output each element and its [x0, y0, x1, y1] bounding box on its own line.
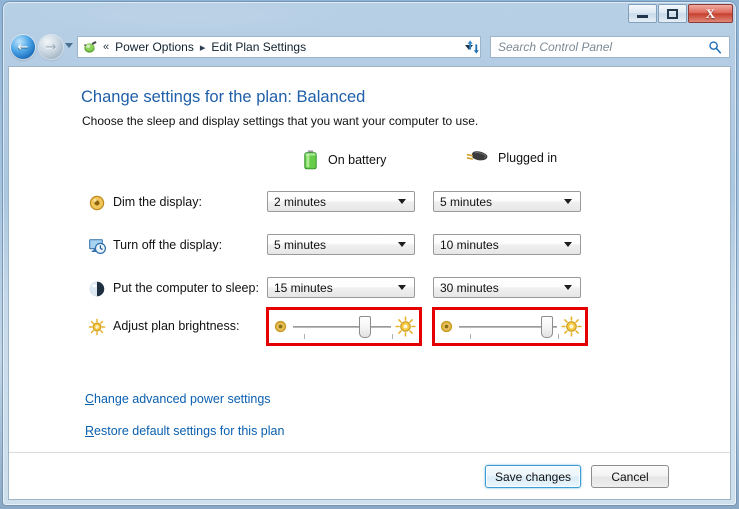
address-bar[interactable]: « Power Options ▸ Edit Plan Settings [77, 36, 481, 58]
chevron-down-icon [564, 199, 572, 204]
chevron-down-icon [398, 285, 406, 290]
power-options-icon [82, 39, 98, 55]
maximize-icon [667, 8, 678, 19]
maximize-button[interactable] [658, 4, 687, 23]
column-header-label: Plugged in [498, 150, 558, 165]
link-change-advanced-power-settings[interactable]: Change advanced power settings [85, 392, 271, 406]
back-arrow-icon: ← [17, 39, 29, 55]
setting-row-turn-off-display: Turn off the display: 5 minutes 10 minut… [9, 234, 730, 264]
slider-tick [392, 334, 393, 339]
refresh-button[interactable] [465, 38, 483, 56]
power-plug-icon [466, 151, 488, 161]
close-button[interactable]: X [688, 4, 733, 23]
sun-dim-icon [440, 320, 453, 333]
link-accelerator: R [85, 424, 95, 438]
back-button[interactable]: ← [11, 35, 35, 59]
power-options-window: X ← → « Power Options ▸ Edit Plan Settin… [3, 2, 736, 505]
link-restore-default-settings[interactable]: Restore default settings for this plan [85, 424, 284, 438]
chevron-down-icon [564, 285, 572, 290]
breadcrumb-item-power-options[interactable]: Power Options [112, 39, 197, 55]
dropdown-value: 5 minutes [440, 194, 493, 209]
brightness-highlight-box-plugged-in [432, 307, 588, 346]
separator [9, 452, 730, 453]
slider-tick [304, 334, 305, 339]
breadcrumb-separator-icon: ▸ [199, 41, 206, 54]
column-header-on-battery: On battery [302, 149, 386, 171]
slider-on-battery[interactable] [269, 310, 419, 343]
setting-label: Dim the display: [113, 195, 202, 209]
search-icon [709, 41, 722, 54]
sleep-icon [89, 281, 105, 297]
refresh-icon [467, 40, 479, 54]
search-box[interactable]: Search Control Panel [490, 36, 730, 58]
slider-track[interactable] [293, 326, 391, 328]
navigation-bar: ← → « Power Options ▸ Edit Plan Settings [3, 31, 736, 64]
dropdown-turn-off-display-plugged-in[interactable]: 10 minutes [433, 234, 581, 255]
sun-bright-icon [395, 316, 416, 337]
cancel-button[interactable]: Cancel [591, 465, 669, 488]
dropdown-dim-display-plugged-in[interactable]: 5 minutes [433, 191, 581, 212]
breadcrumb-overflow-icon[interactable]: « [100, 41, 112, 53]
forward-arrow-icon: → [45, 39, 57, 55]
battery-icon [304, 150, 317, 170]
dropdown-value: 30 minutes [440, 280, 499, 295]
setting-label: Adjust plan brightness: [113, 319, 240, 333]
column-header-label: On battery [328, 153, 387, 167]
slider-thumb[interactable] [359, 316, 372, 338]
setting-label: Turn off the display: [113, 238, 223, 252]
sun-bright-icon [561, 316, 582, 337]
slider-thumb[interactable] [540, 316, 553, 338]
slider-plugged-in[interactable] [435, 310, 585, 343]
turn-off-display-icon [89, 239, 106, 254]
brightness-highlight-box-on-battery [266, 307, 422, 346]
caption-button-group: X [628, 4, 733, 23]
chevron-down-icon [398, 199, 406, 204]
dropdown-value: 5 minutes [274, 237, 327, 252]
page-title: Change settings for the plan: Balanced [81, 88, 366, 106]
slider-tick [558, 334, 559, 339]
save-changes-button[interactable]: Save changes [485, 465, 581, 488]
link-accelerator: C [85, 392, 95, 406]
dim-display-icon [89, 195, 105, 211]
dropdown-value: 2 minutes [274, 194, 327, 209]
close-icon: X [705, 6, 716, 21]
page-subtitle: Choose the sleep and display settings th… [82, 114, 479, 128]
link-text: hange advanced power settings [94, 392, 271, 406]
brightness-icon [88, 318, 106, 336]
minimize-button[interactable] [628, 4, 657, 23]
slider-tick [470, 334, 471, 339]
setting-label: Put the computer to sleep: [113, 281, 259, 295]
dropdown-dim-display-on-battery[interactable]: 2 minutes [267, 191, 415, 212]
dropdown-value: 15 minutes [274, 280, 333, 295]
setting-row-dim-display: Dim the display: 2 minutes 5 minutes [9, 191, 730, 221]
content-area: Change settings for the plan: Balanced C… [8, 66, 731, 500]
breadcrumb-item-edit-plan-settings[interactable]: Edit Plan Settings [208, 39, 309, 55]
sun-dim-icon [274, 320, 287, 333]
recent-pages-chevron-down-icon[interactable] [65, 43, 73, 48]
search-input[interactable]: Search Control Panel [498, 40, 612, 54]
link-text: estore default settings for this plan [94, 424, 285, 438]
dropdown-turn-off-display-on-battery[interactable]: 5 minutes [267, 234, 415, 255]
minimize-icon [637, 15, 648, 18]
dropdown-sleep-plugged-in[interactable]: 30 minutes [433, 277, 581, 298]
setting-row-adjust-brightness: Adjust plan brightness: [9, 307, 730, 346]
setting-row-sleep: Put the computer to sleep: 15 minutes 30… [9, 277, 730, 307]
forward-button[interactable]: → [39, 35, 63, 59]
chevron-down-icon [398, 242, 406, 247]
dropdown-value: 10 minutes [440, 237, 499, 252]
chevron-down-icon [564, 242, 572, 247]
column-header-plugged-in: Plugged in [465, 149, 557, 166]
title-bar: X [3, 2, 736, 30]
dropdown-sleep-on-battery[interactable]: 15 minutes [267, 277, 415, 298]
